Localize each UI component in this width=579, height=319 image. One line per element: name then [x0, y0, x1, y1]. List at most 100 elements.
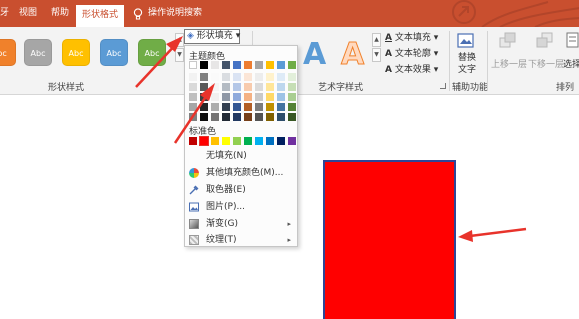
theme-color-swatch[interactable] [255, 103, 263, 111]
shape-style-preset-blue[interactable]: Abc [100, 39, 128, 66]
tab-help[interactable]: 帮助 [51, 0, 69, 27]
standard-color-swatch[interactable] [211, 137, 219, 145]
theme-color-swatch[interactable] [222, 113, 230, 121]
tab-shape-format[interactable]: 形状格式 [76, 5, 125, 27]
theme-color-swatch[interactable] [222, 73, 230, 81]
theme-color-swatch[interactable] [233, 83, 241, 91]
standard-color-red-swatch[interactable] [199, 136, 209, 146]
theme-color-swatch[interactable] [277, 103, 285, 111]
theme-color-swatch[interactable] [277, 83, 285, 91]
theme-color-swatch[interactable] [211, 73, 219, 81]
theme-color-swatch[interactable] [189, 83, 197, 91]
theme-color-swatch[interactable] [288, 73, 296, 81]
standard-color-swatch[interactable] [288, 137, 296, 145]
standard-color-swatch[interactable] [244, 137, 252, 145]
standard-color-swatch[interactable] [189, 137, 197, 145]
theme-color-swatch[interactable] [266, 83, 274, 91]
selection-pane-button[interactable]: 选择 [563, 57, 579, 70]
standard-color-swatch[interactable] [266, 137, 274, 145]
theme-color-swatch[interactable] [266, 93, 274, 101]
theme-color-swatch[interactable] [266, 103, 274, 111]
shape-style-preset-green[interactable]: Abc [138, 39, 166, 66]
menu-no-fill[interactable]: 无填充(N) [186, 148, 297, 164]
theme-color-swatch[interactable] [211, 61, 219, 69]
theme-color-swatch[interactable] [200, 73, 208, 81]
shape-style-preset-orange[interactable]: bc [0, 39, 16, 66]
text-outline-button[interactable]: A 文本轮廓 ▾ [385, 46, 438, 59]
menu-texture[interactable]: 纹理(T) ▸ [186, 232, 297, 248]
wordart-preset-blue[interactable]: A [303, 37, 326, 72]
theme-color-swatch[interactable] [244, 73, 252, 81]
theme-color-swatch[interactable] [288, 103, 296, 111]
menu-picture[interactable]: 图片(P)... [186, 199, 297, 215]
theme-color-swatch[interactable] [255, 73, 263, 81]
theme-color-swatch[interactable] [189, 113, 197, 121]
theme-color-swatch[interactable] [222, 83, 230, 91]
send-backward-button[interactable]: 下移一层 [528, 57, 564, 70]
theme-color-swatch[interactable] [233, 93, 241, 101]
theme-color-swatch[interactable] [222, 103, 230, 111]
standard-color-swatch[interactable] [255, 137, 263, 145]
wordart-scroll-up-button[interactable]: ▲ [372, 33, 381, 47]
theme-color-swatch[interactable] [200, 113, 208, 121]
shape-style-preset-gray[interactable]: Abc [24, 39, 52, 66]
theme-color-swatch[interactable] [222, 61, 230, 69]
theme-color-swatch[interactable] [244, 61, 252, 69]
theme-color-swatch[interactable] [277, 113, 285, 121]
alt-text-label-2[interactable]: 文字 [458, 62, 476, 75]
theme-color-swatch[interactable] [244, 103, 252, 111]
standard-color-swatch[interactable] [222, 137, 230, 145]
theme-color-swatch[interactable] [189, 61, 197, 69]
text-fill-button[interactable]: A 文本填充 ▾ [385, 30, 438, 43]
menu-gradient[interactable]: 渐变(G) ▸ [186, 216, 297, 232]
theme-color-swatch[interactable] [255, 113, 263, 121]
theme-color-swatch[interactable] [200, 61, 208, 69]
theme-color-swatch[interactable] [266, 73, 274, 81]
theme-color-swatch[interactable] [233, 113, 241, 121]
theme-color-swatch[interactable] [222, 93, 230, 101]
theme-color-swatch[interactable] [277, 93, 285, 101]
theme-color-swatch[interactable] [200, 103, 208, 111]
styles-scroll-up-button[interactable]: ▲ [175, 33, 184, 47]
theme-color-swatch[interactable] [244, 113, 252, 121]
theme-color-swatch[interactable] [277, 61, 285, 69]
tab-draw[interactable]: 牙 [0, 0, 9, 27]
menu-eyedropper[interactable]: 取色器(E) [186, 182, 297, 198]
theme-color-swatch[interactable] [288, 93, 296, 101]
theme-color-swatch[interactable] [277, 73, 285, 81]
styles-scroll-down-button[interactable]: ▼ [175, 48, 184, 62]
theme-color-swatch[interactable] [255, 93, 263, 101]
theme-color-swatch[interactable] [233, 103, 241, 111]
theme-color-swatch[interactable] [211, 83, 219, 91]
tab-view[interactable]: 视图 [19, 0, 37, 27]
theme-color-swatch[interactable] [288, 61, 296, 69]
theme-color-swatch[interactable] [189, 93, 197, 101]
tell-me-search[interactable]: 操作说明搜索 [148, 0, 202, 27]
theme-color-swatch[interactable] [288, 83, 296, 91]
wordart-preset-orange-outline[interactable]: A [340, 37, 364, 73]
bring-forward-button[interactable]: 上移一层 [491, 57, 527, 70]
theme-color-swatch[interactable] [211, 93, 219, 101]
shape-fill-button[interactable]: ◈ 形状填充 ▾ [184, 29, 240, 44]
wordart-dialog-launcher[interactable] [440, 83, 446, 89]
theme-color-swatch[interactable] [200, 93, 208, 101]
theme-color-swatch[interactable] [233, 73, 241, 81]
theme-color-swatch[interactable] [266, 61, 274, 69]
theme-color-swatch[interactable] [211, 113, 219, 121]
theme-color-swatch[interactable] [266, 113, 274, 121]
theme-color-swatch[interactable] [288, 113, 296, 121]
text-effects-button[interactable]: A 文本效果 ▾ [385, 62, 438, 75]
theme-color-swatch[interactable] [189, 73, 197, 81]
theme-color-swatch[interactable] [255, 61, 263, 69]
theme-color-swatch[interactable] [244, 93, 252, 101]
shape-style-preset-gold[interactable]: Abc [62, 39, 90, 66]
standard-color-swatch[interactable] [277, 137, 285, 145]
theme-color-swatch[interactable] [233, 61, 241, 69]
standard-color-swatch[interactable] [233, 137, 241, 145]
menu-more-fill-colors[interactable]: 其他填充颜色(M)... [186, 165, 297, 181]
theme-color-swatch[interactable] [189, 103, 197, 111]
theme-color-swatch[interactable] [211, 103, 219, 111]
theme-color-swatch[interactable] [200, 83, 208, 91]
theme-color-swatch[interactable] [244, 83, 252, 91]
red-rectangle-shape[interactable] [323, 160, 456, 319]
